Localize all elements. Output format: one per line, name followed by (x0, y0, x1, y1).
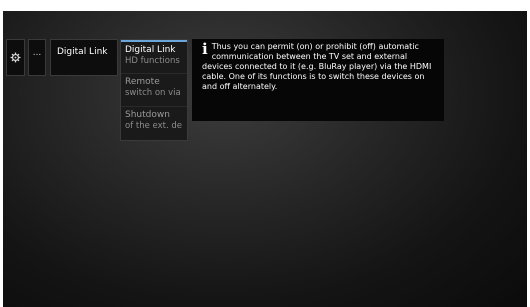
info-panel: i Thus you can permit (on) or prohibit (… (192, 39, 444, 121)
menu-item-title: Shutdown (125, 110, 170, 120)
info-text: Thus you can permit (on) or prohibit (of… (202, 42, 432, 91)
breadcrumb-current[interactable]: Digital Link (50, 39, 118, 76)
gear-icon (10, 48, 21, 67)
breadcrumb-current-label: Digital Link (57, 47, 108, 57)
ellipsis-label: ... (32, 48, 42, 58)
menu-item-subtitle: switch on via (125, 88, 181, 98)
menu-item-subtitle: HD functions (125, 56, 180, 66)
breadcrumb-ellipsis[interactable]: ... (28, 39, 46, 76)
digital-link-submenu: Digital Link HD functions Remote switch … (120, 39, 188, 141)
info-icon: i (202, 40, 208, 58)
menu-item-subtitle: of the ext. de (125, 121, 183, 131)
menu-item-shutdown[interactable]: Shutdown of the ext. de (121, 107, 187, 140)
tv-screen: ... Digital Link Digital Link HD functio… (3, 11, 527, 307)
menu-item-title: Remote (125, 77, 160, 87)
breadcrumb-settings[interactable] (6, 39, 25, 76)
menu-item-digital-link[interactable]: Digital Link HD functions (121, 40, 187, 74)
menu-item-title: Digital Link (125, 45, 176, 55)
menu-item-remote[interactable]: Remote switch on via (121, 74, 187, 107)
